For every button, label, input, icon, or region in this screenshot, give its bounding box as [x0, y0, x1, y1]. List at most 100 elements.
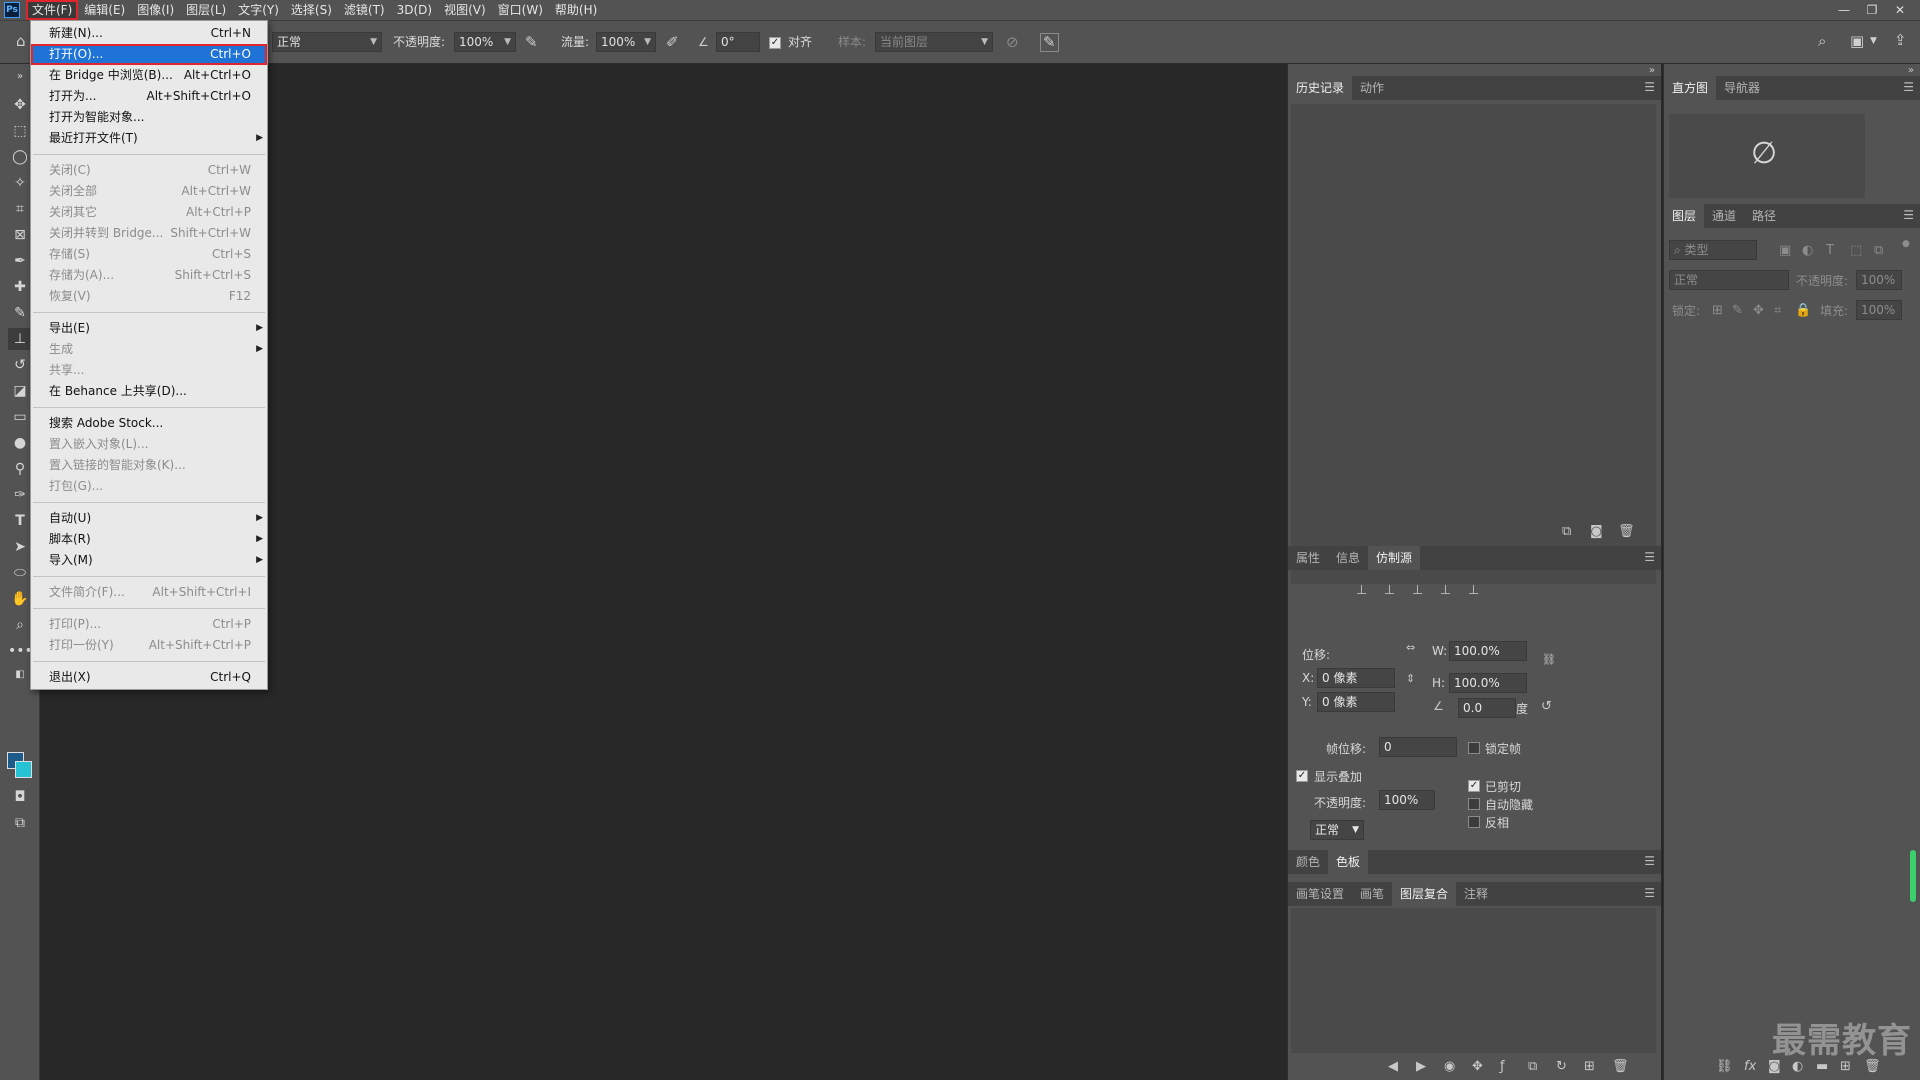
layer-opacity-input[interactable]: 100%	[1856, 270, 1902, 290]
file-menu-item[interactable]: 退出(X) Ctrl+Q	[31, 667, 267, 688]
menu-item[interactable]: 图像(I)	[131, 0, 180, 20]
lock-image-icon[interactable]: ✎	[1732, 304, 1743, 317]
file-menu-item[interactable]: 在 Behance 上共享(D)...	[31, 381, 267, 402]
file-menu-item[interactable]: 导出(E) ▶	[31, 318, 267, 339]
brush-tool-icon[interactable]: ✎	[8, 302, 32, 324]
move-tool-icon[interactable]: ✥	[8, 94, 32, 116]
eraser-tool-icon[interactable]: ◪	[8, 380, 32, 402]
close-button[interactable]: ✕	[1886, 0, 1914, 20]
layer-blend-select[interactable]: 正常	[1669, 270, 1789, 290]
workspace-icon[interactable]: ▣	[1850, 34, 1864, 49]
smart-object-filter-icon[interactable]: ⧉	[1874, 244, 1883, 257]
gradient-tool-icon[interactable]: ▭	[8, 406, 32, 428]
x-offset-input[interactable]: 0 像素	[1317, 668, 1395, 688]
ellipse-tool-icon[interactable]: ⬭	[8, 562, 32, 584]
lock-transparent-icon[interactable]: ⊞	[1712, 304, 1723, 317]
link-layers-icon[interactable]: ⛓	[1716, 1060, 1733, 1073]
trash-icon[interactable]: 🗑	[1612, 1060, 1629, 1073]
panel-menu-icon[interactable]: ☰	[1903, 208, 1914, 222]
menu-item[interactable]: 窗口(W)	[492, 0, 549, 20]
file-menu-item[interactable]: 新建(N)... Ctrl+N	[31, 23, 267, 44]
layer-comps-list[interactable]	[1291, 908, 1656, 1053]
sample-select[interactable]: 当前图层 ▼	[875, 32, 993, 52]
fill-input[interactable]: 100%	[1856, 300, 1902, 320]
scrollbar-indicator[interactable]	[1910, 850, 1916, 902]
file-menu-item[interactable]: 打印一份(Y) Alt+Shift+Ctrl+P	[31, 635, 267, 656]
previous-comp-icon[interactable]: ◀	[1388, 1060, 1398, 1073]
type-tool-icon[interactable]: T	[8, 510, 32, 532]
mode-select[interactable]: 正常 ▼	[272, 32, 382, 52]
file-menu-item[interactable]: 打开为... Alt+Shift+Ctrl+O	[31, 86, 267, 107]
fx-icon[interactable]: ƒ	[1500, 1060, 1505, 1073]
crop-tool-icon[interactable]: ⌗	[8, 198, 32, 220]
refresh-icon[interactable]: ↻	[1556, 1060, 1567, 1073]
menu-item[interactable]: 文字(Y)	[232, 0, 285, 20]
tab-clone-source[interactable]: 属性	[1288, 546, 1328, 570]
blur-tool-icon[interactable]: ●	[8, 432, 32, 454]
pen-tool-icon[interactable]: ✑	[8, 484, 32, 506]
file-menu-item[interactable]: 打开为智能对象...	[31, 107, 267, 128]
lock-frame-checkbox[interactable]	[1468, 742, 1480, 754]
more-tools-icon[interactable]: •••	[8, 640, 33, 662]
file-menu-item[interactable]: 关闭全部 Alt+Ctrl+W	[31, 181, 267, 202]
background-color-swatch[interactable]	[15, 761, 32, 778]
clone-stamp-tool-icon[interactable]: ⊥	[8, 328, 32, 350]
frame-tool-icon[interactable]: ⊠	[8, 224, 32, 246]
menu-item[interactable]: 编辑(E)	[78, 0, 131, 20]
tab-history[interactable]: 动作	[1352, 76, 1392, 100]
history-list[interactable]	[1291, 104, 1656, 584]
tab-histogram[interactable]: 导航器	[1716, 76, 1768, 100]
link-icon[interactable]: ⛓	[1542, 654, 1556, 665]
file-menu-item[interactable]: 关闭并转到 Bridge... Shift+Ctrl+W	[31, 223, 267, 244]
height-input[interactable]: 100.0%	[1449, 673, 1527, 693]
layer-filter-select[interactable]: ⌕ 类型	[1669, 240, 1757, 260]
restore-button[interactable]: ❐	[1858, 0, 1886, 20]
opacity-input[interactable]: 100% ▼	[454, 32, 516, 52]
type-filter-icon[interactable]: T	[1826, 244, 1834, 257]
healing-brush-tool-icon[interactable]: ✚	[8, 276, 32, 298]
pressure-opacity-icon[interactable]: ✎	[525, 35, 538, 50]
menu-item[interactable]: 视图(V)	[438, 0, 492, 20]
file-menu-item[interactable]: 脚本(R) ▶	[31, 529, 267, 550]
flow-input[interactable]: 100% ▼	[596, 32, 656, 52]
file-menu-item[interactable]: 关闭其它 Alt+Ctrl+P	[31, 202, 267, 223]
smart-object-icon[interactable]: ⧉	[1528, 1060, 1537, 1073]
home-icon[interactable]: ⌂	[16, 34, 26, 49]
file-menu-item[interactable]: 导入(M) ▶	[31, 550, 267, 571]
menu-item[interactable]: 帮助(H)	[549, 0, 603, 20]
lock-artboard-icon[interactable]: ⌗	[1774, 304, 1781, 317]
menu-item[interactable]: 滤镜(T)	[338, 0, 391, 20]
tab-layer-comps[interactable]: 图层复合	[1392, 882, 1457, 906]
airbrush-icon[interactable]: ✐	[666, 35, 679, 50]
width-input[interactable]: 100.0%	[1449, 641, 1527, 661]
overlay-opacity-input[interactable]: 100%	[1379, 790, 1435, 810]
tab-layer-comps[interactable]: 画笔设置	[1288, 882, 1352, 906]
frame-offset-input[interactable]: 0	[1379, 737, 1457, 757]
marquee-tool-icon[interactable]: ⬚	[8, 120, 32, 142]
share-icon[interactable]: ⇪	[1894, 33, 1907, 48]
visibility-icon[interactable]: ◉	[1444, 1060, 1455, 1073]
panel-menu-icon[interactable]: ☰	[1644, 550, 1655, 564]
file-menu-item[interactable]: 最近打开文件(T) ▶	[31, 128, 267, 149]
lock-position-icon[interactable]: ✥	[1753, 304, 1764, 317]
panel-menu-icon[interactable]: ☰	[1644, 854, 1655, 868]
show-overlay-checkbox[interactable]: ✓	[1296, 770, 1308, 782]
history-brush-tool-icon[interactable]: ↺	[8, 354, 32, 376]
file-menu-item[interactable]: 共享...	[31, 360, 267, 381]
tab-swatches[interactable]: 颜色	[1288, 850, 1328, 874]
invert-checkbox[interactable]	[1468, 816, 1480, 828]
image-filter-icon[interactable]: ▣	[1779, 244, 1791, 257]
shape-filter-icon[interactable]: ⬚	[1850, 244, 1862, 257]
collapse-icon[interactable]: »	[1908, 66, 1914, 76]
new-document-from-state-icon[interactable]: ⧉	[1562, 525, 1571, 538]
tab-clone-source[interactable]: 信息	[1328, 546, 1368, 570]
default-colors-icon[interactable]: ◧	[8, 664, 32, 686]
minimize-button[interactable]: —	[1830, 0, 1858, 20]
tab-layers[interactable]: 图层	[1664, 204, 1705, 228]
angle-input[interactable]: 0°	[716, 32, 760, 52]
pressure-size-icon[interactable]: ✎	[1040, 33, 1059, 52]
file-menu-item[interactable]: 自动(U) ▶	[31, 508, 267, 529]
file-menu-item[interactable]: 生成 ▶	[31, 339, 267, 360]
clone-source-2-icon[interactable]: ⊥	[1384, 584, 1395, 597]
tab-histogram[interactable]: 直方图	[1664, 76, 1717, 100]
